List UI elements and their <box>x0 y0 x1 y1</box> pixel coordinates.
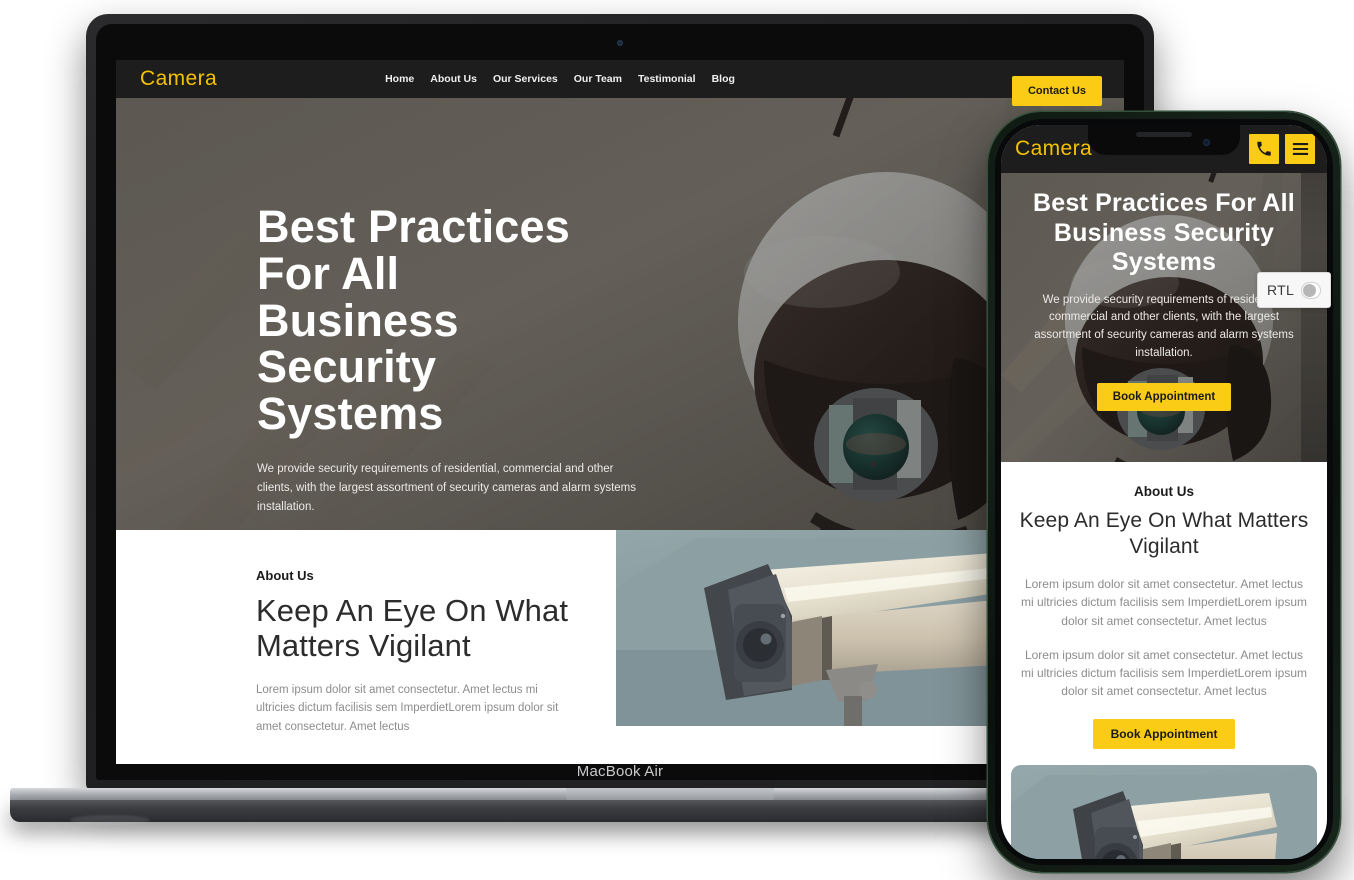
mobile-menu-button[interactable] <box>1285 134 1315 164</box>
nav-item-our-services[interactable]: Our Services <box>493 73 558 85</box>
laptop-webcam-icon <box>617 40 623 46</box>
phone-call-button[interactable] <box>1249 134 1279 164</box>
about-heading: Keep An Eye On What Matters Vigilant <box>256 593 569 664</box>
laptop-base-highlight <box>70 815 150 825</box>
hero-heading-line-3: Security Systems <box>257 341 444 440</box>
phone-notch <box>1088 125 1240 155</box>
about-paragraph: Lorem ipsum dolor sit amet consectetur. … <box>256 683 559 733</box>
hero-heading-line-1: Best Practices <box>257 201 570 252</box>
desktop-nav-links: Home About Us Our Services Our Team Test… <box>385 73 735 85</box>
phone-screen: Camera Best Practices For All Business S… <box>1001 125 1327 859</box>
hero-paragraph: We provide security requirements of resi… <box>257 462 637 513</box>
desktop-about-section: About Us Keep An Eye On What Matters Vig… <box>116 530 1124 733</box>
laptop-screen: Camera Home About Us Our Services Our Te… <box>116 60 1124 764</box>
mobile-about-book-appointment-button[interactable]: Book Appointment <box>1092 718 1236 749</box>
hero-heading: Best Practices For All Business Security… <box>257 201 576 440</box>
mobile-hero-book-appointment-button[interactable]: Book Appointment <box>1096 382 1232 411</box>
nav-item-about-us[interactable]: About Us <box>430 73 477 85</box>
desktop-hero-content: Best Practices For All Business Security… <box>116 98 636 530</box>
mobile-site-logo[interactable]: Camera <box>1015 137 1092 161</box>
nav-item-home[interactable]: Home <box>385 73 414 85</box>
mockup-scene: Camera Home About Us Our Services Our Te… <box>0 0 1354 880</box>
rtl-toggle-knob <box>1303 283 1317 297</box>
mobile-hero-heading: Best Practices For All Business Security… <box>1033 189 1295 276</box>
mobile-about-heading: Keep An Eye On What Matters Vigilant <box>1019 509 1309 558</box>
nav-item-our-team[interactable]: Our Team <box>574 73 622 85</box>
hamburger-menu-icon <box>1292 142 1309 156</box>
contact-us-button[interactable]: Contact Us <box>1011 76 1102 106</box>
phone-front-camera-icon <box>1203 139 1210 146</box>
about-kicker: About Us <box>256 568 314 583</box>
nav-item-testimonial[interactable]: Testimonial <box>638 73 696 85</box>
smartphone-device: Camera Best Practices For All Business S… <box>988 112 1340 872</box>
mobile-nav-actions <box>1249 134 1315 164</box>
mobile-about-image <box>1011 764 1317 859</box>
rtl-toggle-switch[interactable] <box>1301 281 1321 299</box>
desktop-about-text: About Us Keep An Eye On What Matters Vig… <box>116 530 616 733</box>
rtl-toggle-label: RTL <box>1267 282 1295 298</box>
rtl-toggle-widget[interactable]: RTL <box>1257 272 1331 308</box>
nav-item-blog[interactable]: Blog <box>712 73 735 85</box>
desktop-navbar: Camera Home About Us Our Services Our Te… <box>116 60 1124 106</box>
phone-earpiece-icon <box>1136 132 1192 137</box>
mobile-about-section: About Us Keep An Eye On What Matters Vig… <box>1001 462 1327 749</box>
desktop-hero-section: Camera Home About Us Our Services Our Te… <box>116 60 1124 530</box>
mobile-about-kicker: About Us <box>1134 484 1194 499</box>
site-logo[interactable]: Camera <box>140 67 217 91</box>
mobile-about-paragraph-1: Lorem ipsum dolor sit amet consectetur. … <box>1020 577 1308 628</box>
mobile-about-paragraph-2: Lorem ipsum dolor sit amet consectetur. … <box>1020 647 1308 699</box>
phone-icon <box>1256 141 1272 157</box>
hero-heading-line-2: For All Business <box>257 247 459 346</box>
